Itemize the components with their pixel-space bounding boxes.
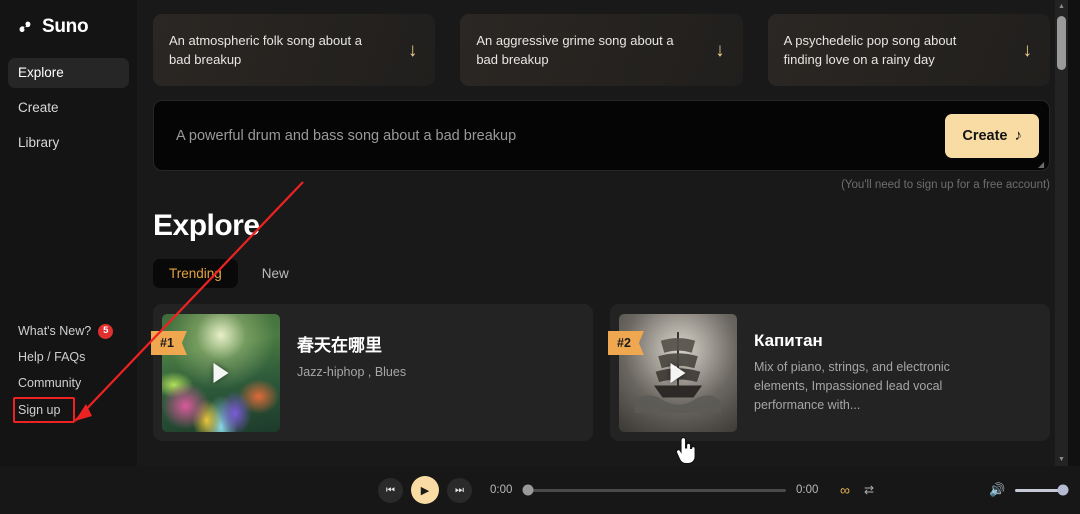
player-volume-area: 🔊 [989,482,1069,498]
repeat-icon[interactable]: ⇄ [864,483,874,497]
down-arrow-icon[interactable]: ↓ [408,41,418,60]
seek-slider-knob[interactable] [522,484,534,496]
infinity-icon[interactable]: ∞ [840,482,850,498]
song-subtitle: Mix of piano, strings, and electronic el… [754,360,950,412]
scroll-down-arrow-icon[interactable]: ▼ [1055,453,1068,466]
sidebar-bottom-links: What's New? 5 Help / FAQs Community Sign… [0,323,137,428]
prompt-card-2[interactable]: An aggressive grime song about a bad bre… [460,14,743,86]
play-icon[interactable]: ▶ [411,476,439,504]
rank-badge: #2 [608,331,644,355]
prompt-input-bar[interactable]: A powerful drum and bass song about a ba… [153,100,1050,171]
sidebar-link-whats-new-label: What's New? [18,324,92,338]
scrollbar-thumb[interactable] [1057,16,1066,70]
sidebar-link-whats-new[interactable]: What's New? 5 [18,323,137,339]
app-logo[interactable]: Suno [0,0,137,38]
song-meta: Капитан Mix of piano, strings, and elect… [737,313,954,415]
rank-badge: #1 [151,331,187,355]
sidebar-nav: Explore Create Library [0,58,137,158]
sidebar-link-help-faqs[interactable]: Help / FAQs [18,349,137,365]
suno-logo-icon [19,21,31,32]
prompt-suggestion-cards: An atmospheric folk song about a bad bre… [153,14,1050,86]
explore-tabs: Trending New [153,259,1050,288]
sidebar-link-community-label: Community [18,376,82,390]
vertical-scrollbar[interactable]: ▲ ▼ [1055,0,1068,466]
music-note-icon: ♪ [1014,127,1023,144]
sidebar-link-help-faqs-label: Help / FAQs [18,350,86,364]
prompt-input[interactable]: A powerful drum and bass song about a ba… [176,128,945,144]
current-time: 0:00 [490,484,513,496]
volume-slider[interactable] [1015,484,1069,496]
song-card[interactable]: #2 Капитан Mix of piano, strings, and el… [608,304,1050,441]
tab-new[interactable]: New [246,259,305,288]
prompt-card-1-text: An atmospheric folk song about a bad bre… [169,33,362,67]
suno-app-window: Suno Explore Create Library What's New? … [0,0,1080,514]
sign-up-note: (You'll need to sign up for a free accou… [841,179,1050,191]
scroll-up-arrow-icon[interactable]: ▲ [1055,0,1068,13]
create-button[interactable]: Create ♪ [945,113,1039,158]
create-button-label: Create [962,127,1008,144]
tab-trending[interactable]: Trending [153,259,238,288]
prompt-card-3[interactable]: A psychedelic pop song about finding lov… [767,14,1050,86]
play-icon[interactable] [213,362,229,383]
play-icon[interactable] [670,362,686,383]
sidebar-link-community[interactable]: Community [18,375,137,391]
song-list: #1 春天在哪里 Jazz-hiphop , Blues #2 Капитан … [151,304,1050,441]
sidebar-item-explore[interactable]: Explore [8,58,129,88]
seek-slider[interactable] [522,484,786,496]
song-title: Капитан [754,331,823,350]
sidebar-item-create[interactable]: Create [8,93,129,123]
player-transport-controls: ⏮ ▶ ⏭ [378,476,472,504]
song-title: 春天在哪里 [297,336,382,355]
whats-new-badge: 5 [98,323,114,339]
volume-icon[interactable]: 🔊 [989,482,1005,498]
down-arrow-icon[interactable]: ↓ [1022,41,1032,60]
resize-grip-icon[interactable]: ◢ [1038,160,1046,169]
sidebar-link-sign-up[interactable]: Sign up [13,397,75,423]
page-title: Explore [153,209,260,242]
player-seek-area: 0:00 0:00 [490,484,824,496]
player-bar: ⏮ ▶ ⏭ 0:00 0:00 ∞ ⇄ 🔊 [0,466,1080,514]
volume-slider-knob[interactable] [1057,484,1069,496]
prompt-card-1[interactable]: An atmospheric folk song about a bad bre… [153,14,436,86]
main-content: An atmospheric folk song about a bad bre… [137,0,1068,466]
app-logo-text: Suno [42,16,89,37]
prompt-card-2-text: An aggressive grime song about a bad bre… [476,33,674,67]
prompt-card-3-text: A psychedelic pop song about finding lov… [783,33,957,67]
sidebar-link-sign-up-label: Sign up [18,403,61,417]
sidebar-item-library[interactable]: Library [8,128,129,158]
down-arrow-icon[interactable]: ↓ [715,41,725,60]
song-meta: 春天在哪里 Jazz-hiphop , Blues [280,313,406,382]
player-mode-icons: ∞ ⇄ [840,482,874,498]
skip-next-icon[interactable]: ⏭ [447,477,472,503]
song-subtitle: Jazz-hiphop , Blues [297,365,407,379]
sidebar: Suno Explore Create Library What's New? … [0,0,137,466]
song-card[interactable]: #1 春天在哪里 Jazz-hiphop , Blues [151,304,593,441]
total-time: 0:00 [796,484,819,496]
skip-previous-icon[interactable]: ⏮ [378,477,403,503]
